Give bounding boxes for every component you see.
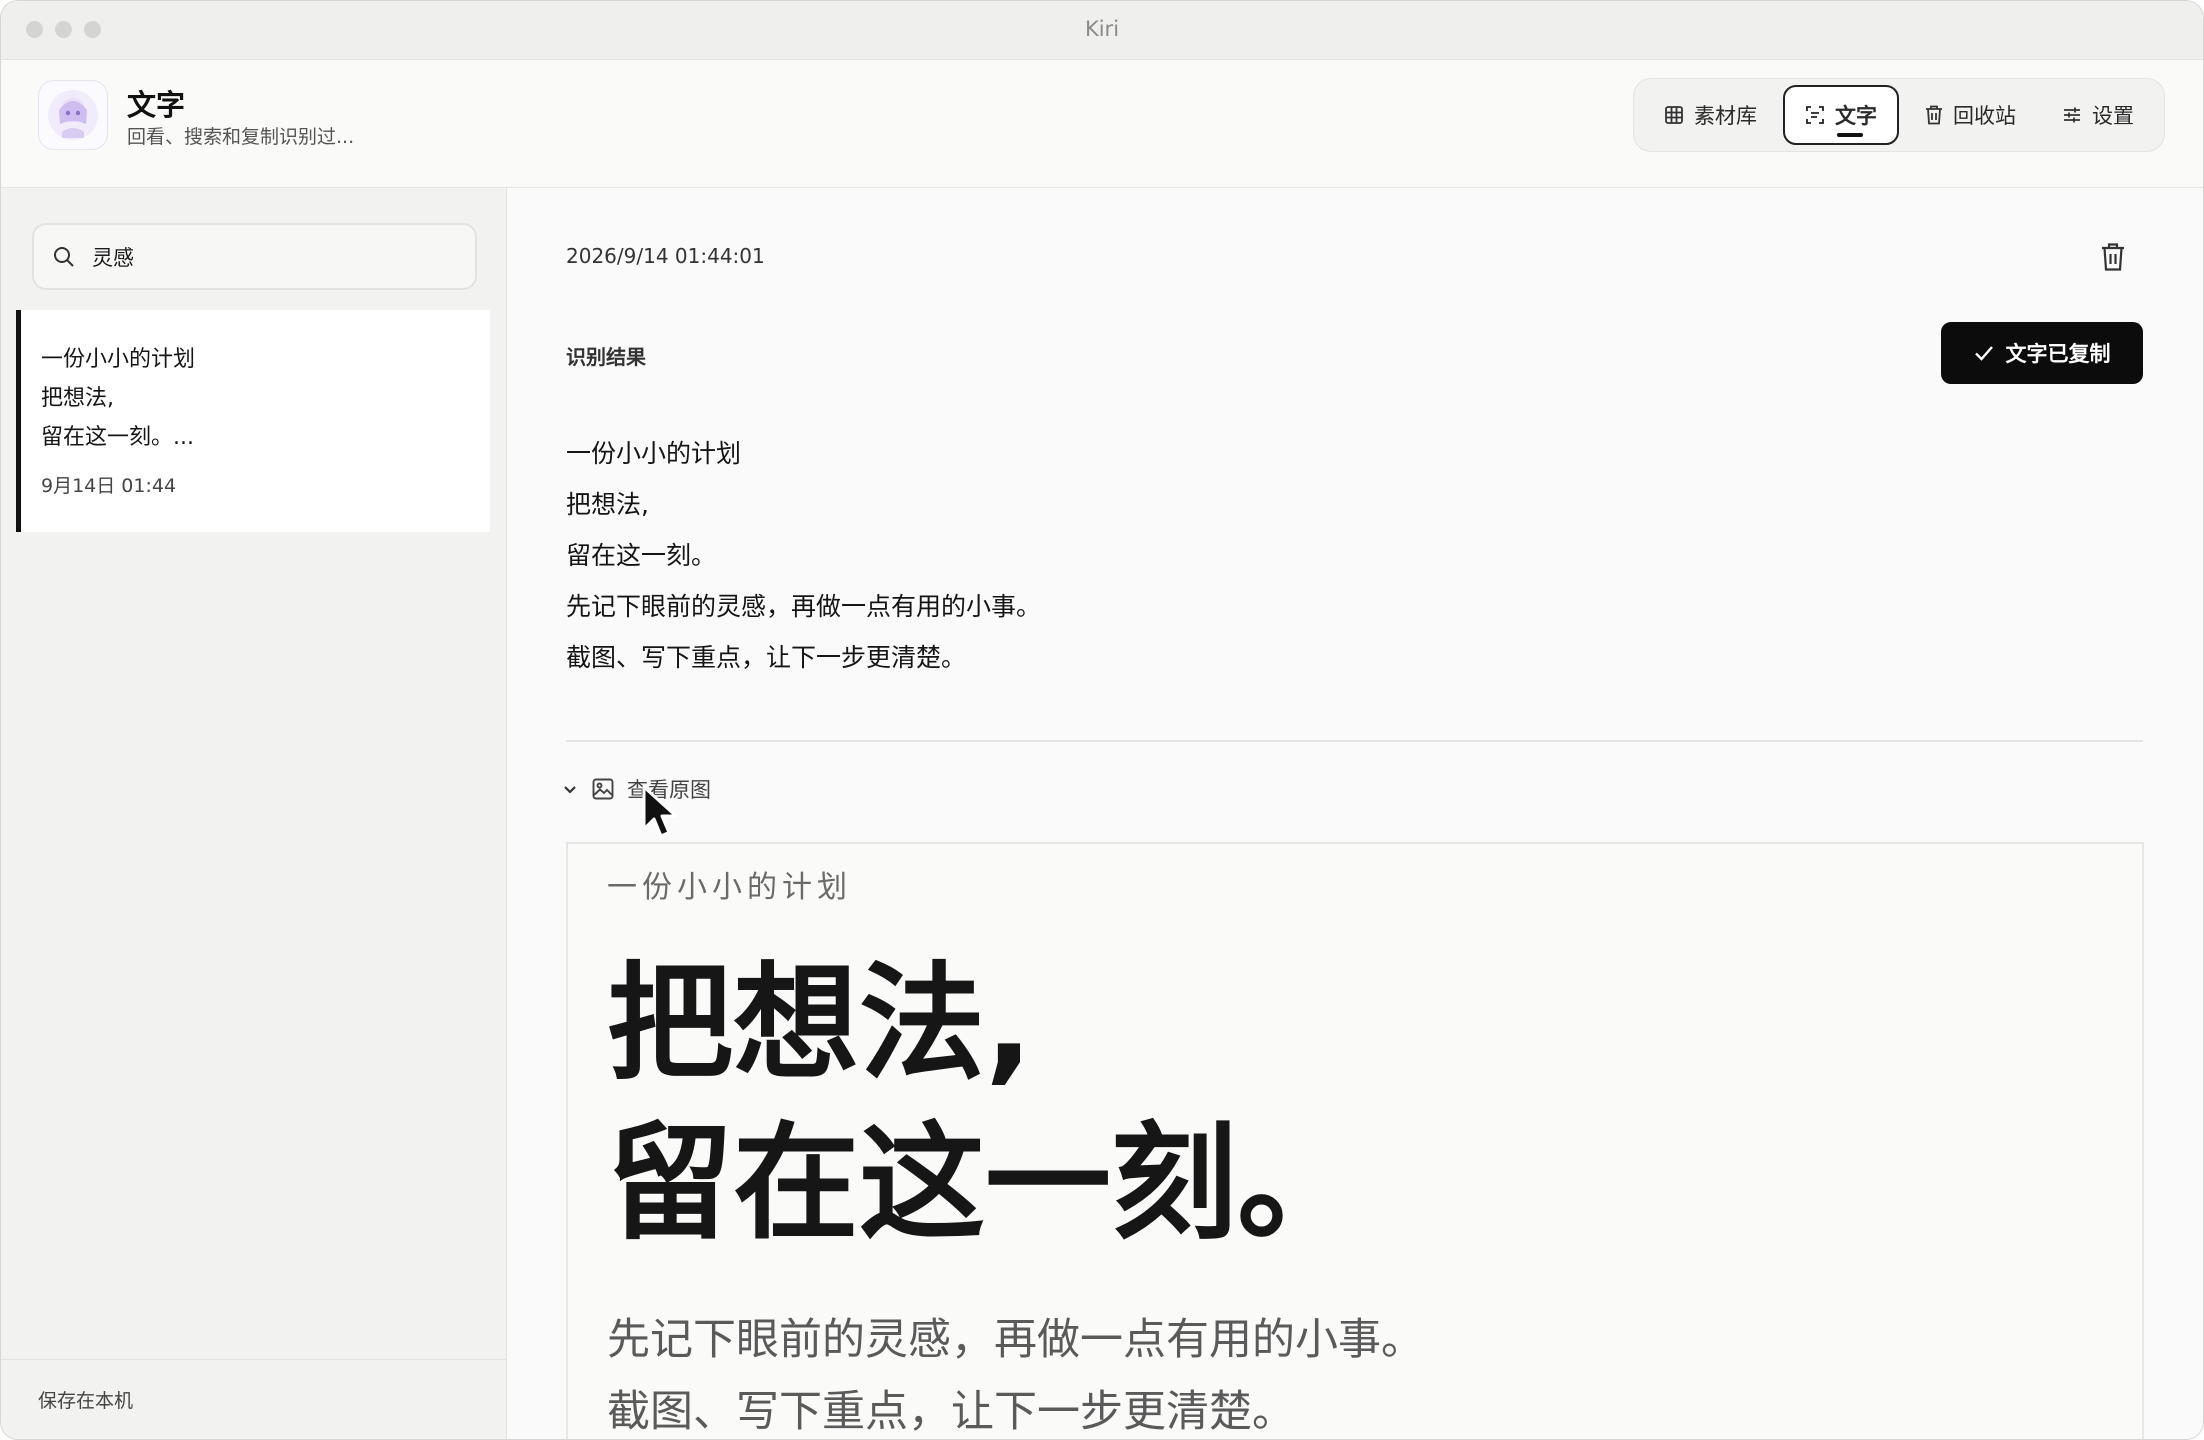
tab-library-label: 素材库 [1694,104,1757,128]
window-title: Kiri [1084,17,1120,41]
preview-headline-line: 留在这一刻。 [607,1110,1363,1257]
search-input[interactable] [90,243,450,270]
chevron-down-icon [564,786,576,794]
record-timestamp: 2026/9/14 01:44:01 [566,244,765,268]
storage-status: 保存在本机 [38,1390,134,1412]
image-icon [592,778,614,800]
ocr-line: 先记下眼前的灵感，再做一点有用的小事。 [566,592,1042,621]
preview-headline-line: 把想法, [607,950,1033,1097]
tab-text[interactable]: 文字 [1783,85,1899,145]
ocr-line: 一份小小的计划 [566,439,742,468]
list-item-line: 一份小小的计划 [41,347,196,372]
divider [566,740,2143,742]
copy-text-button-label: 文字已复制 [2005,342,2111,366]
list-item-line: 留在这一刻。... [41,425,194,450]
result-heading: 识别结果 [566,345,646,369]
preview-body: 先记下眼前的灵感，再做一点有用的小事。 截图、写下重点，让下一步更清楚。 [607,1304,1424,1439]
list-item-date: 9月14日 01:44 [41,475,177,497]
copy-text-button[interactable]: 文字已复制 [1941,322,2143,384]
list-item-line: 把想法, [41,386,114,411]
sidebar: 一份小小的计划 把想法, 留在这一刻。... 9月14日 01:44 保存在本机 [1,188,507,1439]
delete-button[interactable] [2100,242,2130,274]
preview-headline: 把想法, 留在这一刻。 [607,944,1363,1264]
tab-settings-label: 设置 [2092,104,2134,128]
app-window: Kiri 文字 回看、搜索和复制识别过... 素材库 文字 回收站 设置 灵感 … [0,0,2204,1440]
title-bar: Kiri [1,1,2203,60]
tab-text-label: 文字 [1835,104,1877,128]
search-box[interactable] [32,223,477,290]
preview-body-line: 截图、写下重点，让下一步更清楚。 [607,1387,1295,1437]
sliders-icon [2064,107,2080,123]
ocr-line: 把想法, [566,490,649,519]
search-icon [54,246,74,267]
view-original-toggle[interactable]: 查看原图 [561,774,711,804]
app-avatar-icon [38,80,108,150]
main-nav: 素材库 文字 回收站 设置 [1633,78,2165,152]
tab-settings[interactable]: 设置 [2042,85,2154,145]
ocr-result-text[interactable]: 一份小小的计划 把想法, 留在这一刻。 先记下眼前的灵感，再做一点有用的小事。 … [566,428,1041,683]
page-title: 文字 [127,88,186,122]
grid-icon [1665,106,1683,124]
list-item-preview: 一份小小的计划 把想法, 留在这一刻。... [41,340,490,457]
trash-icon [1926,105,1942,125]
check-icon [1974,346,1993,361]
tab-recycle-bin-label: 回收站 [1953,104,2016,128]
trash-icon [2102,243,2124,271]
page-header: 文字 回看、搜索和复制识别过... 素材库 文字 回收站 设置 [1,60,2203,188]
detail-panel: 2026/9/14 01:44:01 识别结果 文字已复制 一份小小的计划 把想… [507,188,2203,1439]
tab-library[interactable]: 素材库 [1644,85,1777,145]
mouse-cursor-icon [642,785,678,838]
ocr-line: 留在这一刻。 [566,541,717,570]
preview-small-heading: 一份小小的计划 [607,870,852,905]
page-subtitle: 回看、搜索和复制识别过... [127,126,355,148]
preview-body-line: 先记下眼前的灵感，再做一点有用的小事。 [607,1315,1424,1365]
text-scan-icon [1806,106,1824,124]
sidebar-footer: 保存在本机 [1,1359,506,1439]
ocr-line: 截图、写下重点，让下一步更清楚。 [566,643,967,672]
original-image-preview: 一份小小的计划 把想法, 留在这一刻。 先记下眼前的灵感，再做一点有用的小事。 … [566,842,2144,1439]
tab-recycle-bin[interactable]: 回收站 [1905,85,2036,145]
list-item[interactable]: 一份小小的计划 把想法, 留在这一刻。... 9月14日 01:44 [16,310,490,532]
